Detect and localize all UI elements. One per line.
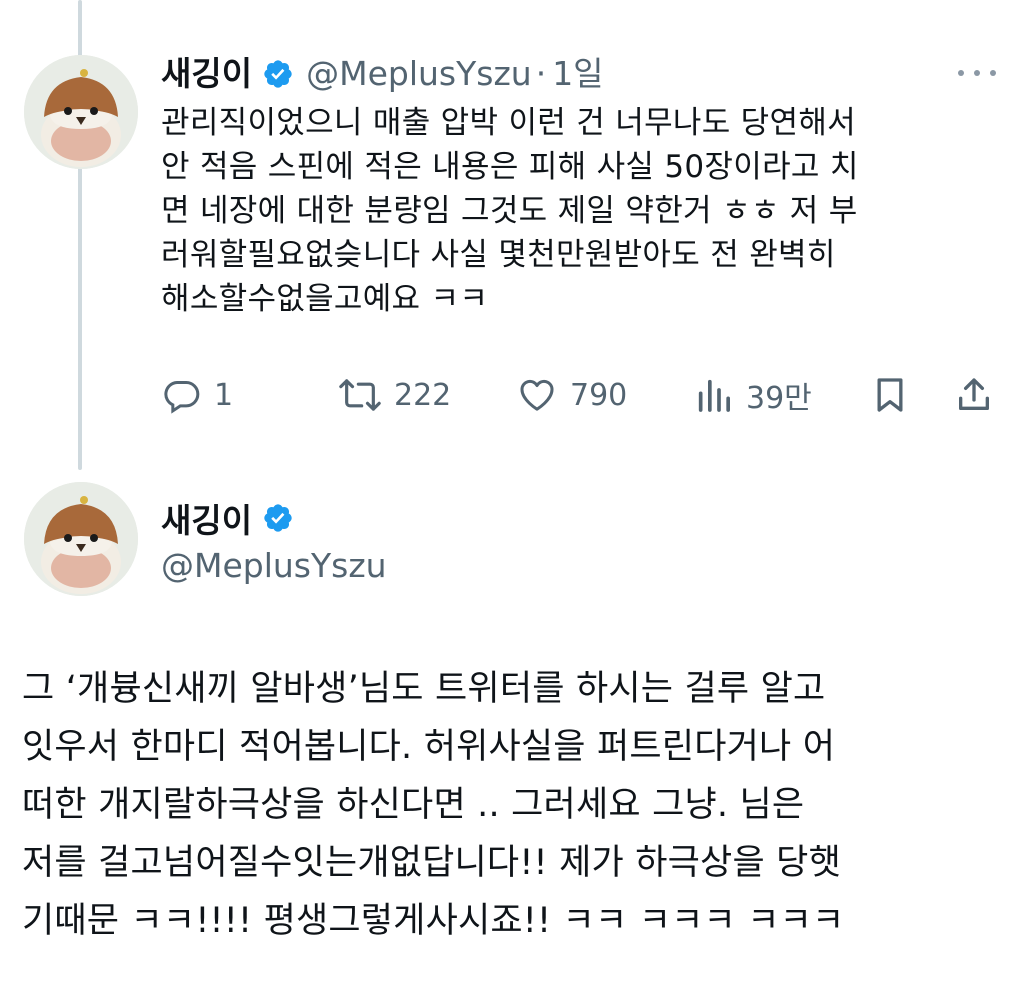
tweet-text-line: 해소할수없을고예요 ㅋㅋ xyxy=(161,281,489,317)
tweet-text-line: 관리직이었으니 매출 압박 이런 건 너무나도 당연해서 xyxy=(161,105,856,141)
like-button[interactable]: 790 xyxy=(516,371,627,419)
retweet-icon xyxy=(339,379,381,411)
tweet-header: 새깅이 @MeplusYszu · 1일 xyxy=(161,50,604,98)
sparrow-plush-avatar-image xyxy=(24,482,138,596)
tweet-text-line: 기때문 ㅋㅋ!!!! 평생그렇게사시죠!! ㅋㅋ ㅋㅋㅋ ㅋㅋㅋ xyxy=(22,901,845,941)
views-chart-icon xyxy=(698,379,730,412)
sparrow-plush-avatar-image xyxy=(24,55,138,169)
like-count: 790 xyxy=(570,377,628,413)
bookmark-button[interactable] xyxy=(870,371,910,419)
separator-dot: · xyxy=(535,54,547,93)
share-button[interactable] xyxy=(954,371,994,419)
tweet-text-line: 떠한 개지랄하극상을 하신다면 .. 그러세요 그냥. 님은 xyxy=(22,785,805,825)
bookmark-icon xyxy=(877,378,903,412)
more-dots-icon[interactable] xyxy=(952,58,1002,88)
user-handle[interactable]: @MeplusYszu xyxy=(161,543,387,589)
tweet-text-line: 면 네장에 대한 분량임 그것도 제일 약한거 ㅎㅎ 저 부 xyxy=(161,193,858,229)
tweet-action-bar: 1 222 790 39만 xyxy=(160,371,1000,419)
tweet-text-line: 그 ‘개븅신새끼 알바생’님도 트위터를 하시는 걸루 알고 xyxy=(22,669,826,709)
display-name[interactable]: 새깅이 xyxy=(161,50,252,98)
reply-button[interactable]: 1 xyxy=(162,371,233,419)
display-name[interactable]: 새깅이 xyxy=(161,494,252,542)
timestamp[interactable]: 1일 xyxy=(552,50,603,98)
user-handle[interactable]: @MeplusYszu xyxy=(306,50,532,98)
tweet-author-row: 새깅이 xyxy=(161,494,306,542)
retweet-button[interactable]: 222 xyxy=(338,371,451,419)
tweet-text-line: 저를 걸고넘어질수잇는개없답니다!! 제가 하극상을 당햇 xyxy=(22,843,841,883)
views-button[interactable]: 39만 xyxy=(694,371,812,419)
retweet-count: 222 xyxy=(394,377,452,413)
avatar[interactable] xyxy=(24,55,138,169)
share-icon xyxy=(959,378,989,410)
tweet-text-line: 잇우서 한마디 적어봅니다. 허위사실을 퍼트린다거나 어 xyxy=(22,727,836,767)
tweet-text-line: 안 적음 스핀에 적은 내용은 피해 사실 50장이라고 치 xyxy=(161,149,859,185)
views-count: 39만 xyxy=(746,381,812,416)
tweet-thread-page: 새깅이 @MeplusYszu · 1일 관리직이었으니 매출 압박 이런 건 … xyxy=(0,0,1012,993)
reply-count: 1 xyxy=(214,377,234,413)
heart-icon xyxy=(520,379,554,411)
avatar[interactable] xyxy=(24,482,138,596)
verified-badge-icon xyxy=(262,58,294,90)
reply-icon xyxy=(164,381,200,414)
tweet-text: 관리직이었으니 매출 압박 이런 건 너무나도 당연해서 안 적음 스핀에 적은… xyxy=(161,101,1001,321)
tweet-text-line: 러워할필요없슺니다 사실 몇천만원받아도 전 완벽히 xyxy=(161,237,836,273)
tweet-text: 그 ‘개븅신새끼 알바생’님도 트위터를 하시는 걸루 알고 잇우서 한마디 적… xyxy=(22,660,1007,950)
verified-badge-icon xyxy=(262,502,294,534)
